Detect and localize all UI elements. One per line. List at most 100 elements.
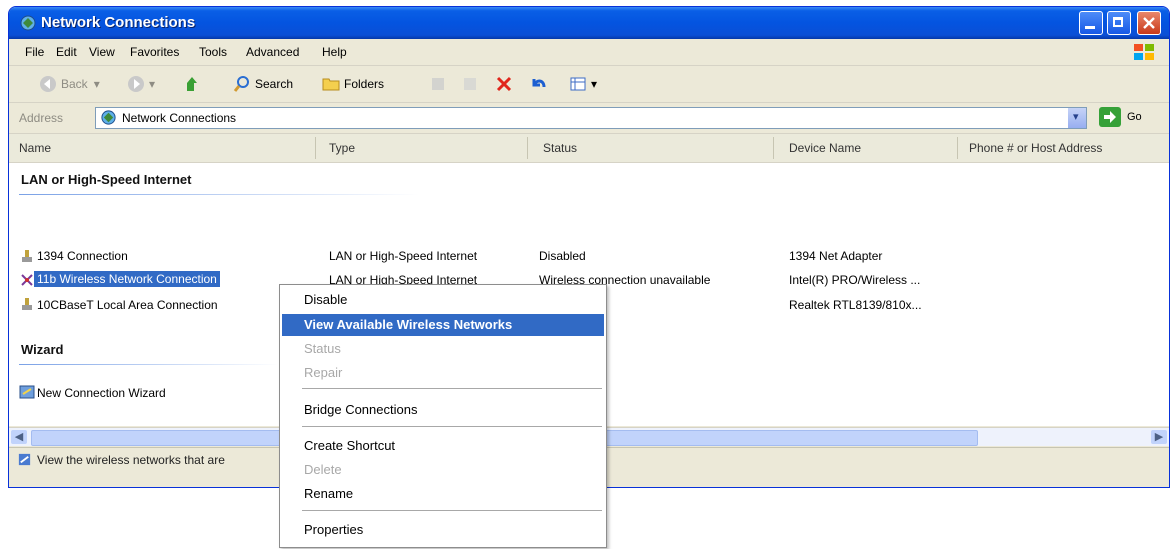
chevron-right-icon: ▶ (1154, 431, 1164, 443)
undo-icon (532, 79, 546, 88)
column-header-row: Name Type Status Device Name Phone # or … (9, 134, 1169, 163)
views-button[interactable]: ▾ (569, 75, 597, 93)
row-name: New Connection Wizard (37, 386, 166, 400)
menu-edit[interactable]: Edit (56, 45, 77, 59)
go-label[interactable]: Go (1127, 111, 1142, 123)
standard-toolbar: Back ▾ ▾ Search Folders ▾ (9, 66, 1169, 103)
column-phone-host[interactable]: Phone # or Host Address (969, 141, 1102, 155)
row-device: 1394 Net Adapter (789, 249, 883, 263)
row-device: Intel(R) PRO/Wireless ... (789, 273, 921, 287)
column-type[interactable]: Type (329, 141, 355, 155)
address-label: Address (19, 111, 64, 125)
row-status: Disabled (539, 249, 586, 263)
up-arrow-icon (187, 77, 197, 91)
views-grid-icon (570, 77, 586, 91)
copy-to-button[interactable] (461, 75, 483, 93)
back-label: Back (61, 77, 88, 91)
close-button[interactable] (1137, 11, 1161, 35)
menu-bar: File Edit View Favorites Tools Advanced … (9, 39, 1169, 66)
go-button[interactable] (1099, 107, 1121, 127)
maximize-button[interactable] (1107, 11, 1131, 35)
column-divider[interactable] (527, 137, 528, 159)
delete-x-icon (496, 76, 512, 92)
lan-connection-icon (22, 298, 32, 310)
chevron-down-icon: ▾ (591, 77, 598, 91)
search-icon (233, 76, 249, 92)
menu-item-view-wireless-networks[interactable]: View Available Wireless Networks (282, 314, 604, 336)
row-device: Realtek RTL8139/810x... (789, 298, 922, 312)
menu-item-rename[interactable]: Rename (282, 483, 604, 505)
menu-item-delete: Delete (304, 462, 342, 477)
scroll-right-button[interactable]: ▶ (1151, 430, 1167, 444)
forward-button[interactable]: ▾ (127, 75, 155, 93)
go-arrow-icon (1104, 111, 1116, 123)
row-name: 11b Wireless Network Connection (34, 271, 220, 287)
address-value: Network Connections (122, 111, 237, 125)
window-title: Network Connections (41, 14, 196, 31)
folders-label: Folders (344, 77, 385, 91)
scroll-left-button[interactable]: ◀ (11, 430, 27, 444)
chevron-down-icon: ▾ (93, 77, 100, 91)
row-name: 10CBaseT Local Area Connection (37, 298, 218, 312)
windows-logo-icon (1134, 44, 1154, 60)
menu-tools[interactable]: Tools (199, 45, 227, 59)
lan-connection-icon (22, 250, 32, 262)
menu-item-bridge-connections[interactable]: Bridge Connections (282, 399, 604, 421)
row-name: 1394 Connection (37, 249, 128, 263)
up-folder-button[interactable] (183, 75, 205, 93)
title-bar[interactable]: Network Connections (9, 7, 1169, 39)
move-to-icon (432, 78, 444, 90)
group-lan-heading: LAN or High-Speed Internet (21, 172, 192, 187)
menu-item-create-shortcut[interactable]: Create Shortcut (282, 435, 604, 457)
menu-separator (302, 426, 602, 427)
chevron-down-icon: ▾ (149, 77, 156, 91)
address-input[interactable]: Network Connections ▾ (95, 107, 1087, 129)
forward-arrow-icon (128, 76, 144, 92)
column-divider[interactable] (315, 137, 316, 159)
group-wizard-heading: Wizard (21, 342, 64, 357)
menu-item-properties[interactable]: Properties (282, 519, 604, 541)
folders-button[interactable]: Folders (322, 75, 384, 93)
search-button[interactable]: Search (233, 75, 293, 93)
menu-help[interactable]: Help (322, 45, 347, 59)
menu-separator (302, 510, 602, 511)
close-icon (1143, 17, 1155, 29)
column-status[interactable]: Status (543, 141, 577, 155)
menu-advanced[interactable]: Advanced (246, 45, 299, 59)
menu-item-repair: Repair (304, 365, 343, 380)
column-divider[interactable] (957, 137, 958, 159)
menu-file[interactable]: File (25, 45, 44, 59)
copy-to-icon (464, 78, 476, 90)
column-divider[interactable] (773, 137, 774, 159)
minimize-button[interactable] (1079, 11, 1103, 35)
group-divider (19, 194, 419, 195)
search-label: Search (255, 77, 294, 91)
menu-separator (302, 388, 602, 389)
menu-item-disable[interactable]: Disable (282, 289, 604, 311)
column-device-name[interactable]: Device Name (789, 141, 861, 155)
wireless-status-icon (18, 453, 31, 466)
back-button[interactable]: Back ▾ (39, 75, 100, 93)
menu-item-status: Status (304, 341, 341, 356)
group-divider (19, 364, 279, 365)
address-bar: Address Network Connections ▾ Go (9, 103, 1169, 134)
menu-favorites[interactable]: Favorites (130, 45, 179, 59)
wizard-icon (19, 385, 35, 399)
move-to-button[interactable] (429, 75, 451, 93)
back-arrow-icon (40, 76, 56, 92)
folder-icon (322, 78, 340, 91)
wireless-connection-icon (21, 274, 33, 286)
row-type: LAN or High-Speed Internet (329, 249, 478, 263)
network-connections-icon (101, 110, 116, 125)
minimize-icon (1085, 26, 1095, 29)
column-name[interactable]: Name (19, 141, 51, 155)
context-menu: Disable View Available Wireless Networks… (279, 284, 607, 548)
status-text: View the wireless networks that are (37, 453, 225, 467)
undo-button[interactable] (529, 75, 551, 93)
delete-button[interactable] (495, 75, 517, 93)
network-connections-icon (20, 15, 36, 31)
maximize-icon (1113, 17, 1123, 27)
address-dropdown-button[interactable]: ▾ (1068, 108, 1086, 128)
chevron-left-icon: ◀ (14, 431, 24, 443)
menu-view[interactable]: View (89, 45, 115, 59)
